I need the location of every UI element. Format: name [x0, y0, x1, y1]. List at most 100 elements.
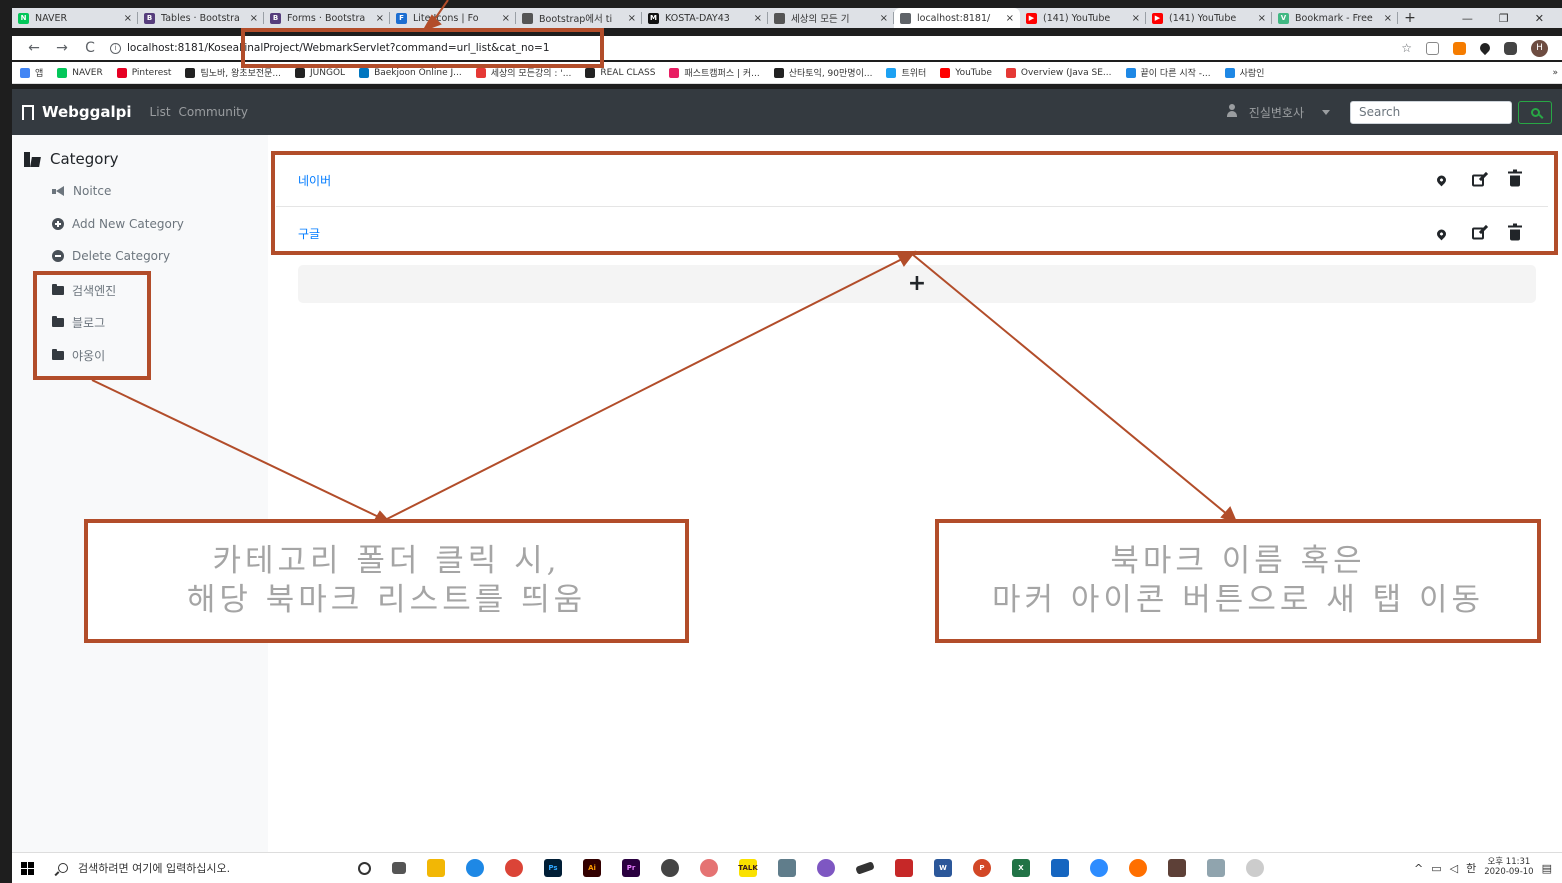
add-bookmark-button[interactable]: + — [298, 265, 1536, 303]
tab-title: Lite Icons | Fo — [413, 12, 479, 24]
app-icon[interactable] — [895, 859, 913, 877]
task-view-icon[interactable] — [392, 862, 406, 874]
nav-link-community[interactable]: Community — [179, 105, 248, 119]
illustrator-icon[interactable]: Ai — [583, 859, 601, 877]
powerpoint-icon[interactable]: P — [973, 859, 991, 877]
close-window-button[interactable]: ✕ — [1535, 12, 1544, 25]
star-icon[interactable]: ☆ — [1401, 41, 1412, 55]
close-tab-icon[interactable]: × — [1384, 13, 1392, 24]
taskbar-search[interactable]: 검색하려면 여기에 입력하십시오. — [42, 860, 332, 876]
sidebar-item-notice[interactable]: Noitce — [52, 184, 111, 198]
bookmark-bar-item[interactable]: REAL CLASS — [585, 67, 655, 78]
bookmark-bar-item[interactable]: Baekjoon Online J... — [359, 67, 462, 78]
minimize-button[interactable]: — — [1462, 12, 1473, 25]
bookmark-bar-item[interactable]: 끝이 다른 시작 -... — [1125, 66, 1211, 79]
chrome-icon[interactable] — [505, 859, 523, 877]
browser-tab[interactable]: ▶ (141) YouTube × — [1146, 8, 1272, 28]
sidebar-item-label: Delete Category — [72, 249, 171, 263]
back-button[interactable]: ← — [20, 40, 48, 56]
zoom-icon[interactable] — [1090, 859, 1108, 877]
close-tab-icon[interactable]: × — [502, 13, 510, 24]
browser-tab[interactable]: F Lite Icons | Fo × — [390, 8, 516, 28]
bookmark-bar-item[interactable]: JUNGOL — [295, 67, 345, 78]
notification-icon[interactable]: ▤ — [1542, 862, 1552, 875]
bookmark-bar-item[interactable]: Pinterest — [116, 67, 171, 78]
bookmark-bar-label: Overview (Java SE... — [1020, 67, 1112, 78]
file-explorer-icon[interactable] — [427, 859, 445, 877]
app-icon[interactable] — [1207, 859, 1225, 877]
close-tab-icon[interactable]: × — [1258, 13, 1266, 24]
close-tab-icon[interactable]: × — [754, 13, 762, 24]
close-tab-icon[interactable]: × — [376, 13, 384, 24]
calculator-icon[interactable] — [778, 859, 796, 877]
browser-tab[interactable]: ▶ (141) YouTube × — [1020, 8, 1146, 28]
ie-icon[interactable] — [466, 859, 484, 877]
bookmark-bar-item[interactable]: 패스트캠퍼스 | 커... — [669, 66, 760, 79]
browser-tab[interactable]: B Tables · Bootstra × — [138, 8, 264, 28]
pocket-icon[interactable] — [1477, 40, 1493, 56]
extension-icon[interactable] — [1453, 41, 1466, 55]
close-tab-icon[interactable]: × — [124, 13, 132, 24]
browser-tab[interactable]: N NAVER × — [12, 8, 138, 28]
brand-link[interactable]: Webggalpi — [22, 103, 132, 122]
bookmark-bar-label: 산타토익, 90만명이... — [788, 69, 873, 79]
user-dropdown[interactable]: 진실변호사 — [1226, 104, 1330, 121]
paint-icon[interactable] — [700, 859, 718, 877]
browser-tab[interactable]: M KOSTA-DAY43 × — [642, 8, 768, 28]
browser-tab[interactable]: localhost:8181/ × — [894, 8, 1020, 28]
sidebar-item-delete-category[interactable]: Delete Category — [52, 249, 170, 263]
bookmark-favicon-icon — [116, 67, 127, 78]
maximize-button[interactable]: ❐ — [1499, 12, 1509, 25]
close-tab-icon[interactable]: × — [1006, 13, 1014, 24]
ime-lang[interactable]: 한 — [1466, 860, 1476, 876]
browser-tab[interactable]: Bootstrap에서 ti × — [516, 8, 642, 28]
app-icon[interactable] — [817, 859, 835, 877]
new-tab-button[interactable]: + — [1398, 10, 1422, 26]
bookmark-bar-item[interactable]: YouTube — [940, 67, 992, 78]
kakaotalk-icon[interactable]: TALK — [738, 859, 758, 877]
shield-icon[interactable] — [1426, 41, 1439, 55]
bookmark-bar-item[interactable]: 앱 — [20, 66, 43, 79]
profile-avatar[interactable]: H — [1531, 39, 1548, 57]
close-tab-icon[interactable]: × — [1132, 13, 1140, 24]
reload-button[interactable]: C — [76, 40, 104, 56]
close-tab-icon[interactable]: × — [250, 13, 258, 24]
bookmark-bar-item[interactable]: 트위터 — [886, 66, 926, 79]
cortana-icon[interactable] — [358, 861, 371, 875]
tray-chevron-icon[interactable]: ^ — [1414, 862, 1423, 875]
app-icon[interactable] — [1246, 859, 1264, 877]
app-icon[interactable] — [1051, 859, 1069, 877]
bookmark-icon — [22, 104, 34, 122]
network-icon[interactable]: ▭ — [1431, 862, 1441, 875]
browser-tab[interactable]: V Bookmark - Free × — [1272, 8, 1398, 28]
search-input[interactable] — [1350, 100, 1512, 124]
info-icon[interactable]: i — [110, 42, 121, 54]
volume-icon[interactable]: ◁ — [1450, 862, 1458, 875]
browser-tab[interactable]: 세상의 모든 기 × — [768, 8, 894, 28]
close-tab-icon[interactable]: × — [628, 13, 636, 24]
forward-button[interactable]: → — [48, 40, 76, 56]
bookmark-bar-item[interactable]: Overview (Java SE... — [1005, 67, 1112, 78]
puzzle-icon[interactable] — [1504, 41, 1517, 55]
sidebar: Category Noitce Add New Category Delete … — [12, 135, 268, 852]
bookmark-bar-item[interactable]: 산타토익, 90만명이... — [773, 66, 873, 79]
browser-tab[interactable]: B Forms · Bootstra × — [264, 8, 390, 28]
search-app-icon[interactable] — [1129, 859, 1147, 877]
bookmark-bar-item[interactable]: NAVER — [57, 67, 103, 78]
excel-icon[interactable]: X — [1012, 859, 1030, 877]
nav-link-list[interactable]: List — [150, 105, 171, 119]
sidebar-item-add-category[interactable]: Add New Category — [52, 217, 184, 231]
clock[interactable]: 오후 11:31 2020-09-10 — [1484, 857, 1533, 878]
bookmark-bar-item[interactable]: 사람인 — [1224, 66, 1264, 79]
more-bookmarks[interactable]: » — [1552, 68, 1562, 78]
close-tab-icon[interactable]: × — [880, 13, 888, 24]
favicon-icon: ▶ — [1152, 12, 1163, 24]
premiere-icon[interactable]: Pr — [622, 859, 640, 877]
photoshop-icon[interactable]: Ps — [544, 859, 562, 877]
app-icon[interactable] — [661, 859, 679, 877]
windows-start-button[interactable] — [12, 861, 42, 875]
word-icon[interactable]: W — [934, 859, 952, 877]
search-button[interactable] — [1518, 100, 1552, 124]
app-icon[interactable] — [1168, 859, 1186, 877]
app-icon[interactable] — [855, 861, 875, 875]
